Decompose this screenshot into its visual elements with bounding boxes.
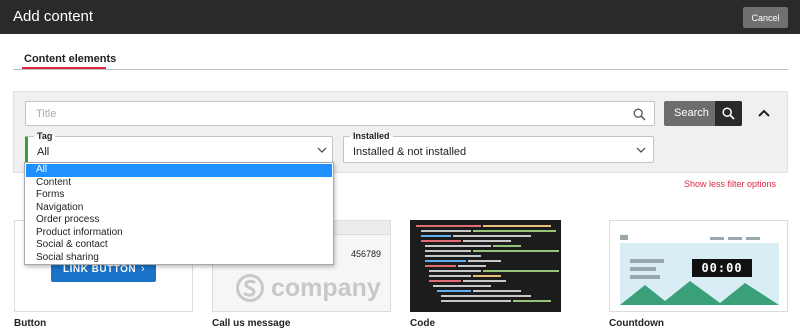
content-card-countdown[interactable]: 00:00 bbox=[609, 220, 788, 312]
countdown-preview-digits: 00:00 bbox=[692, 259, 752, 277]
dropdown-option-social-contact[interactable]: Social & contact bbox=[26, 239, 332, 252]
search-button-label: Search bbox=[674, 107, 709, 119]
tag-label: Tag bbox=[34, 131, 56, 141]
code-preview-lines bbox=[416, 225, 559, 302]
code-preview-image bbox=[411, 221, 560, 311]
dropdown-option-social-sharing[interactable]: Social sharing bbox=[26, 252, 332, 265]
installed-label: Installed bbox=[350, 131, 393, 141]
chevron-up-icon[interactable] bbox=[756, 106, 772, 120]
installed-select[interactable]: Installed Installed & not installed bbox=[343, 131, 654, 163]
search-button[interactable]: Search bbox=[664, 101, 742, 126]
preview-phone-number: 456789 bbox=[351, 249, 382, 259]
dropdown-option-all[interactable]: All bbox=[26, 164, 332, 177]
tab-bar: Content elements bbox=[13, 48, 788, 70]
installed-value: Installed & not installed bbox=[353, 146, 467, 158]
card-label-countdown: Countdown bbox=[609, 318, 664, 329]
tag-dropdown-list: All Content Forms Navigation Order proce… bbox=[24, 162, 334, 265]
card-label-code: Code bbox=[410, 318, 435, 329]
link-button-preview-text: LINK BUTTON bbox=[63, 264, 137, 275]
tag-select[interactable]: Tag All bbox=[25, 131, 333, 163]
card-label-call-us-message: Call us message bbox=[212, 318, 291, 329]
dropdown-option-forms[interactable]: Forms bbox=[26, 189, 332, 202]
content-card-code[interactable] bbox=[410, 220, 561, 312]
company-logo-icon bbox=[236, 274, 264, 302]
dropdown-option-content[interactable]: Content bbox=[26, 177, 332, 190]
preview-company-name: company bbox=[271, 274, 381, 302]
search-input[interactable] bbox=[36, 106, 616, 122]
show-less-filters-link[interactable]: Show less filter options bbox=[684, 179, 776, 189]
chevron-down-icon bbox=[317, 147, 327, 153]
dialog-title: Add content bbox=[13, 8, 94, 25]
search-icon[interactable] bbox=[633, 108, 646, 121]
dropdown-option-product-information[interactable]: Product information bbox=[26, 227, 332, 240]
search-button-icon-box bbox=[715, 101, 742, 126]
card-label-button: Button bbox=[14, 318, 47, 329]
search-icon bbox=[722, 107, 735, 120]
tab-content-elements[interactable]: Content elements bbox=[24, 53, 116, 65]
tag-value: All bbox=[37, 146, 50, 158]
active-tab-indicator bbox=[22, 67, 106, 69]
dialog-header: Add content Cancel bbox=[0, 0, 800, 34]
search-field bbox=[25, 101, 655, 126]
chevron-down-icon bbox=[636, 147, 646, 153]
dropdown-option-order-process[interactable]: Order process bbox=[26, 214, 332, 227]
cancel-button[interactable]: Cancel bbox=[743, 7, 788, 28]
dropdown-option-navigation[interactable]: Navigation bbox=[26, 202, 332, 215]
